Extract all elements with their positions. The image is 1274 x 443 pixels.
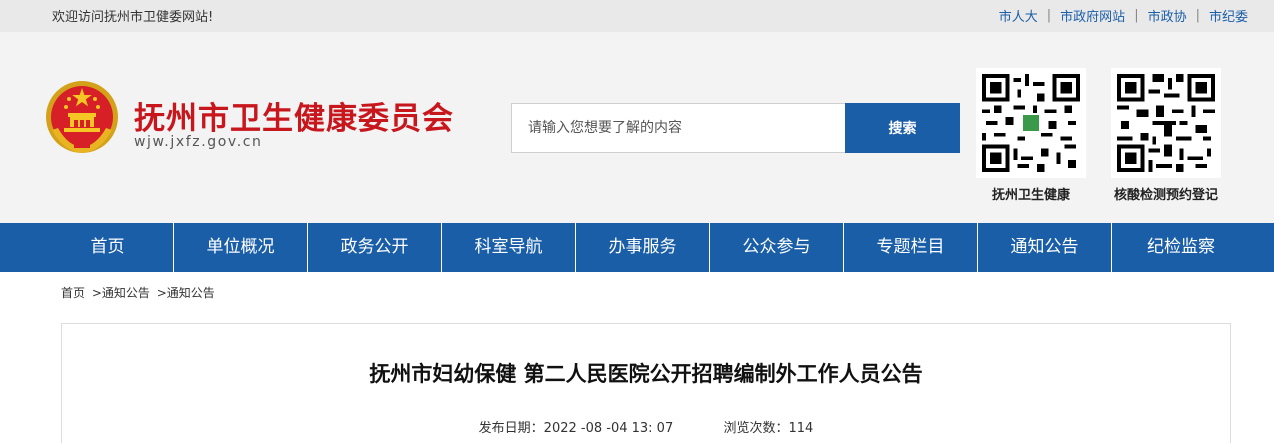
- site-header: 抚州市卫生健康委员会 wjw.jxfz.gov.cn 搜索: [0, 32, 1274, 223]
- publish-date-label: 发布日期：: [478, 421, 544, 436]
- article-panel: 抚州市妇幼保健 第二人民医院公开招聘编制外工作人员公告 发布日期：2022 -0…: [61, 323, 1231, 443]
- top-bar: 欢迎访问抚州市卫健委网站! 市人大 | 市政府网站 | 市政协 | 市纪委: [0, 0, 1274, 32]
- breadcrumb: 首页 >通知公告 >通知公告: [61, 284, 218, 301]
- site-title[interactable]: 抚州市卫生健康委员会: [134, 93, 454, 138]
- link-city-discipline[interactable]: 市纪委: [1209, 6, 1248, 25]
- search-input[interactable]: [511, 103, 846, 153]
- qr-code-nucleic-test: 核酸检测预约登记: [1111, 68, 1221, 203]
- nav-about[interactable]: 单位概况: [174, 223, 308, 272]
- link-city-cppcc[interactable]: 市政协: [1148, 6, 1187, 25]
- article-meta: 发布日期：2022 -08 -04 13: 07 浏览次数：114: [62, 417, 1230, 436]
- qr-code-icon: [976, 68, 1086, 178]
- welcome-text: 欢迎访问抚州市卫健委网站!: [52, 10, 214, 25]
- qr-label: 抚州卫生健康: [991, 188, 1070, 203]
- nav-services[interactable]: 办事服务: [576, 223, 710, 272]
- link-city-congress[interactable]: 市人大: [999, 6, 1038, 25]
- nav-discipline[interactable]: 纪检监察: [1112, 223, 1250, 272]
- qr-label: 核酸检测预约登记: [1113, 188, 1218, 203]
- site-domain: wjw.jxfz.gov.cn: [134, 134, 263, 150]
- nav-home[interactable]: 首页: [42, 223, 174, 272]
- breadcrumb-home[interactable]: 首页: [61, 286, 85, 300]
- nav-departments[interactable]: 科室导航: [442, 223, 576, 272]
- national-emblem-icon[interactable]: [44, 78, 120, 156]
- view-count: 114: [788, 421, 814, 436]
- separator: |: [1046, 8, 1052, 23]
- view-count-label: 浏览次数：: [723, 421, 789, 436]
- search-button[interactable]: 搜索: [845, 103, 960, 153]
- publish-date: 2022 -08 -04 13: 07: [543, 421, 674, 436]
- top-links: 市人大 | 市政府网站 | 市政协 | 市纪委: [999, 6, 1248, 25]
- link-city-government[interactable]: 市政府网站: [1060, 6, 1125, 25]
- qr-code-wechat: 抚州卫生健康: [976, 68, 1086, 203]
- nav-notices[interactable]: 通知公告: [978, 223, 1112, 272]
- nav-government-affairs[interactable]: 政务公开: [308, 223, 442, 272]
- nav-public-participation[interactable]: 公众参与: [710, 223, 844, 272]
- nav-topics[interactable]: 专题栏目: [844, 223, 978, 272]
- breadcrumb-notices[interactable]: >通知公告: [92, 286, 150, 300]
- breadcrumb-notices-sub[interactable]: >通知公告: [157, 286, 215, 300]
- separator: |: [1134, 8, 1139, 23]
- separator: |: [1195, 8, 1200, 23]
- article-title: 抚州市妇幼保健 第二人民医院公开招聘编制外工作人员公告: [369, 362, 923, 386]
- main-nav: 首页 单位概况 政务公开 科室导航 办事服务 公众参与 专题栏目 通知公告 纪检…: [0, 223, 1274, 272]
- qr-code-icon: [1111, 68, 1221, 178]
